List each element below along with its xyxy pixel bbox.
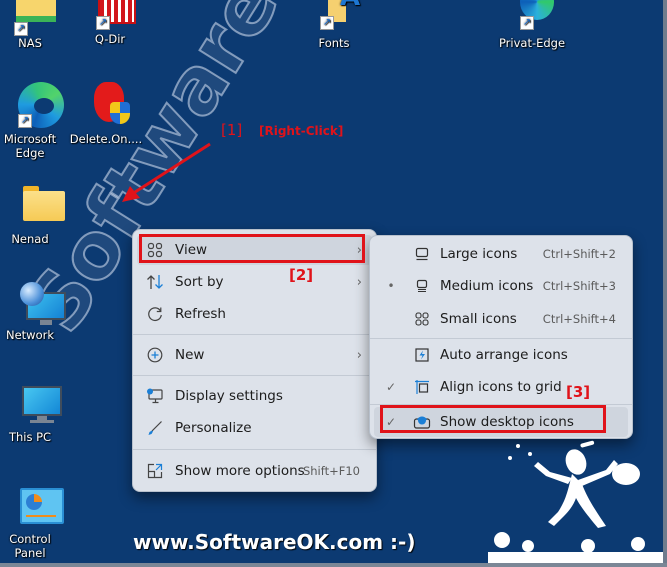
submenu-item-label: Align icons to grid (440, 379, 562, 395)
desktop-icon-this-pc[interactable]: This PC (0, 384, 68, 444)
chevron-right-icon: › (356, 274, 362, 290)
submenu-item-label: Large icons (440, 246, 518, 262)
shortcut-arrow-icon: ↗ (96, 16, 110, 30)
desktop-icon-privat-edge[interactable]: ↗ Privat-Edge (494, 0, 570, 50)
folder-drive-icon: ↗ (6, 0, 56, 36)
submenu-item-medium-icons[interactable]: • Medium icons Ctrl+Shift+3 (374, 271, 628, 301)
menu-item-label: Refresh (175, 306, 226, 322)
plus-circle-icon (145, 345, 165, 365)
desktop-icon-label: NAS (18, 36, 42, 50)
desktop-icon-nenad[interactable]: Nenad (0, 186, 68, 246)
submenu-item-label: Small icons (440, 311, 517, 327)
desktop-icon-label: Privat-Edge (498, 36, 566, 50)
edge-icon: ↗ (6, 80, 64, 130)
submenu-item-label: Medium icons (440, 278, 534, 294)
menu-item-shortcut: Shift+F10 (302, 464, 360, 478)
annotation-arrow (122, 142, 211, 202)
menu-item-label: New (175, 347, 205, 363)
menu-item-personalize[interactable]: Personalize (137, 413, 372, 443)
menu-separator (370, 338, 632, 339)
menu-item-label: Sort by (175, 274, 224, 290)
submenu-item-shortcut: Ctrl+Shift+4 (542, 312, 616, 326)
menu-item-display-settings[interactable]: Display settings (137, 381, 372, 411)
q-dir-grid-icon: ↗ (86, 0, 136, 38)
running-figure-decoration (488, 440, 663, 564)
annotation-step-1: [1] (221, 121, 243, 139)
menu-item-label: Show more options (175, 463, 305, 479)
menu-item-refresh[interactable]: Refresh (137, 299, 372, 329)
shortcut-arrow-icon: ↗ (14, 22, 28, 36)
menu-separator (133, 334, 376, 335)
annotation-right-click: [Right-Click] (259, 124, 344, 138)
network-icon (6, 282, 66, 326)
desktop-icon-label: Microsoft Edge (3, 132, 57, 160)
medium-icons-icon (412, 276, 432, 296)
edge-icon: ↗ (508, 0, 556, 34)
desktop-icon-microsoft-edge[interactable]: ↗ Microsoft Edge (0, 80, 68, 160)
desktop-icon-delete-on[interactable]: Delete.On.... (68, 80, 144, 146)
submenu-item-label: Auto arrange icons (440, 347, 568, 363)
align-grid-icon (412, 377, 432, 397)
menu-item-show-more-options[interactable]: Show more options Shift+F10 (137, 456, 372, 486)
sort-icon (145, 272, 165, 292)
desktop-icon-nas[interactable]: ↗ NAS (0, 0, 68, 50)
desktop-icon-fonts[interactable]: A ↗ Fonts (296, 0, 372, 50)
menu-item-new[interactable]: New › (137, 340, 372, 370)
selection-mark: • (387, 279, 395, 293)
highlight-show-desktop-icons (380, 405, 606, 433)
expand-icon (145, 461, 165, 481)
submenu-item-large-icons[interactable]: Large icons Ctrl+Shift+2 (374, 239, 628, 269)
refresh-icon (145, 304, 165, 324)
brush-icon (145, 418, 165, 438)
highlight-view (139, 234, 365, 263)
annotation-step-2: [2] (289, 266, 314, 284)
folder-icon (6, 186, 65, 230)
desktop-icon-q-dir[interactable]: ↗ Q-Dir (72, 0, 148, 46)
fonts-folder-icon: A ↗ (310, 0, 360, 34)
footer-website: www.SoftwareOK.com :-) (133, 530, 416, 554)
submenu-item-auto-arrange-icons[interactable]: Auto arrange icons (374, 340, 628, 370)
monitor-icon (6, 384, 62, 428)
image-frame-bottom (0, 563, 667, 567)
desktop-icon-label: Control Panel (9, 532, 51, 560)
shortcut-arrow-icon: ↗ (520, 16, 534, 30)
menu-item-sort-by[interactable]: Sort by › (137, 267, 372, 297)
submenu-item-shortcut: Ctrl+Shift+3 (542, 279, 616, 293)
menu-separator (133, 449, 376, 450)
image-frame-right (663, 0, 667, 567)
chevron-right-icon: › (356, 347, 362, 363)
menu-item-label: Personalize (175, 420, 252, 436)
menu-item-label: Display settings (175, 388, 283, 404)
red-hand-shield-icon (82, 80, 130, 130)
display-settings-icon (145, 386, 165, 406)
submenu-item-small-icons[interactable]: Small icons Ctrl+Shift+4 (374, 304, 628, 334)
large-icons-icon (412, 244, 432, 264)
desktop-icon-control-panel[interactable]: Control Panel (0, 486, 68, 560)
desktop-icon-label: This PC (8, 430, 52, 444)
shortcut-arrow-icon: ↗ (320, 16, 334, 30)
desktop-icon-network[interactable]: Network (0, 282, 68, 342)
control-panel-icon (6, 486, 64, 530)
desktop-context-menu: View › Sort by › Refresh New › Display s… (132, 229, 377, 492)
submenu-item-shortcut: Ctrl+Shift+2 (542, 247, 616, 261)
desktop-icon-label: Nenad (11, 232, 49, 246)
auto-arrange-icon (412, 345, 432, 365)
checkmark-icon: ✓ (385, 380, 397, 394)
menu-separator (133, 375, 376, 376)
shortcut-arrow-icon: ↗ (18, 114, 32, 128)
desktop-icon-label: Fonts (318, 36, 350, 50)
small-icons-icon (412, 309, 432, 329)
desktop-icon-label: Network (5, 328, 55, 342)
annotation-step-3: [3] (566, 383, 591, 401)
